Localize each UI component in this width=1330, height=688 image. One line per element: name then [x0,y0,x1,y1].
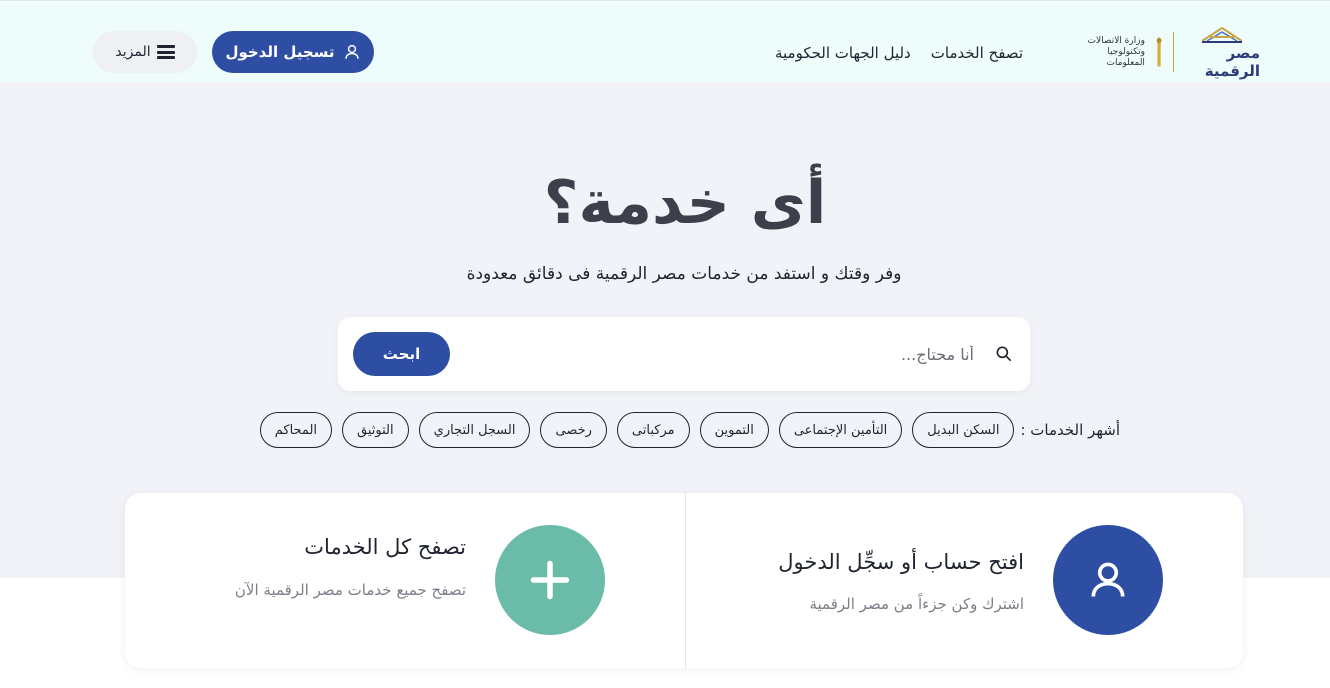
digital-egypt-logo-text: مصر الرقمية [1204,44,1260,80]
popular-services: أشهر الخدمات : السكن البديل التأمين الإج… [259,412,1120,448]
search-button[interactable]: ابحث [353,332,450,376]
search-icon [996,346,1012,362]
account-card[interactable]: افتح حساب أو سجِّل الدخول اشترك وكن جزءا… [686,493,1243,668]
action-cards: افتح حساب أو سجِّل الدخول اشترك وكن جزءا… [125,493,1243,668]
more-menu-label: المزيد [115,44,151,60]
account-card-description: اشترك وكن جزءاً من مصر الرقمية [809,595,1024,613]
hero-subtitle: وفر وقتك و استفد من خدمات مصر الرقمية فى… [466,264,902,284]
nav-link-browse-services[interactable]: تصفح الخدمات [931,44,1023,62]
nav-link-government-directory[interactable]: دليل الجهات الحكومية [775,44,911,62]
chip-commercial-registry[interactable]: السجل التجاري [418,412,531,448]
ministry-emblem-icon [1156,37,1162,67]
chip-social-insurance[interactable]: التأمين الإجتماعى [778,412,903,448]
main-nav: تصفح الخدمات دليل الجهات الحكومية [775,44,1023,62]
browse-card-title: تصفح كل الخدمات [304,535,466,559]
more-menu-button[interactable]: المزيد [93,31,197,73]
search-input[interactable] [554,339,974,369]
chip-my-licenses[interactable]: رخصى [540,412,607,448]
ministry-logo-text: وزارة الاتصالات وتكنولوجيا المعلومات [1087,35,1145,68]
user-icon [1091,562,1125,597]
search-box: ابحث [338,317,1030,391]
account-card-title: افتح حساب أو سجِّل الدخول [778,550,1024,574]
digital-egypt-emblem-icon [1201,26,1243,43]
hamburger-menu-icon [156,45,175,59]
chip-my-vehicles[interactable]: مركباتى [616,412,690,448]
chip-notarization[interactable]: التوثيق [342,412,409,448]
hero-title: أى خدمة؟ [543,168,827,238]
browse-card-description: تصفح جميع خدمات مصر الرقمية الآن [234,581,466,599]
browse-card-icon-circle [495,525,605,635]
logo-divider [1173,32,1174,72]
account-card-icon-circle [1053,525,1163,635]
card-divider [685,493,686,668]
popular-services-label: أشهر الخدمات : [1020,421,1120,439]
chip-courts[interactable]: المحاكم [259,412,333,448]
browse-services-card[interactable]: تصفح كل الخدمات تصفح جميع خدمات مصر الرق… [125,493,685,668]
login-button-label: تسجيل الدخول [225,43,335,61]
site-header: مصر الرقمية وزارة الاتصالات وتكنولوجيا ا… [0,0,1330,82]
digital-egypt-logo[interactable]: مصر الرقمية [1184,24,1260,80]
user-icon [344,44,359,59]
plus-icon [530,560,570,600]
logo-block[interactable]: مصر الرقمية وزارة الاتصالات وتكنولوجيا ا… [1080,26,1260,80]
login-button[interactable]: تسجيل الدخول [212,31,374,73]
chip-alternative-housing[interactable]: السكن البديل [912,412,1015,448]
chip-supply[interactable]: التموين [699,412,769,448]
